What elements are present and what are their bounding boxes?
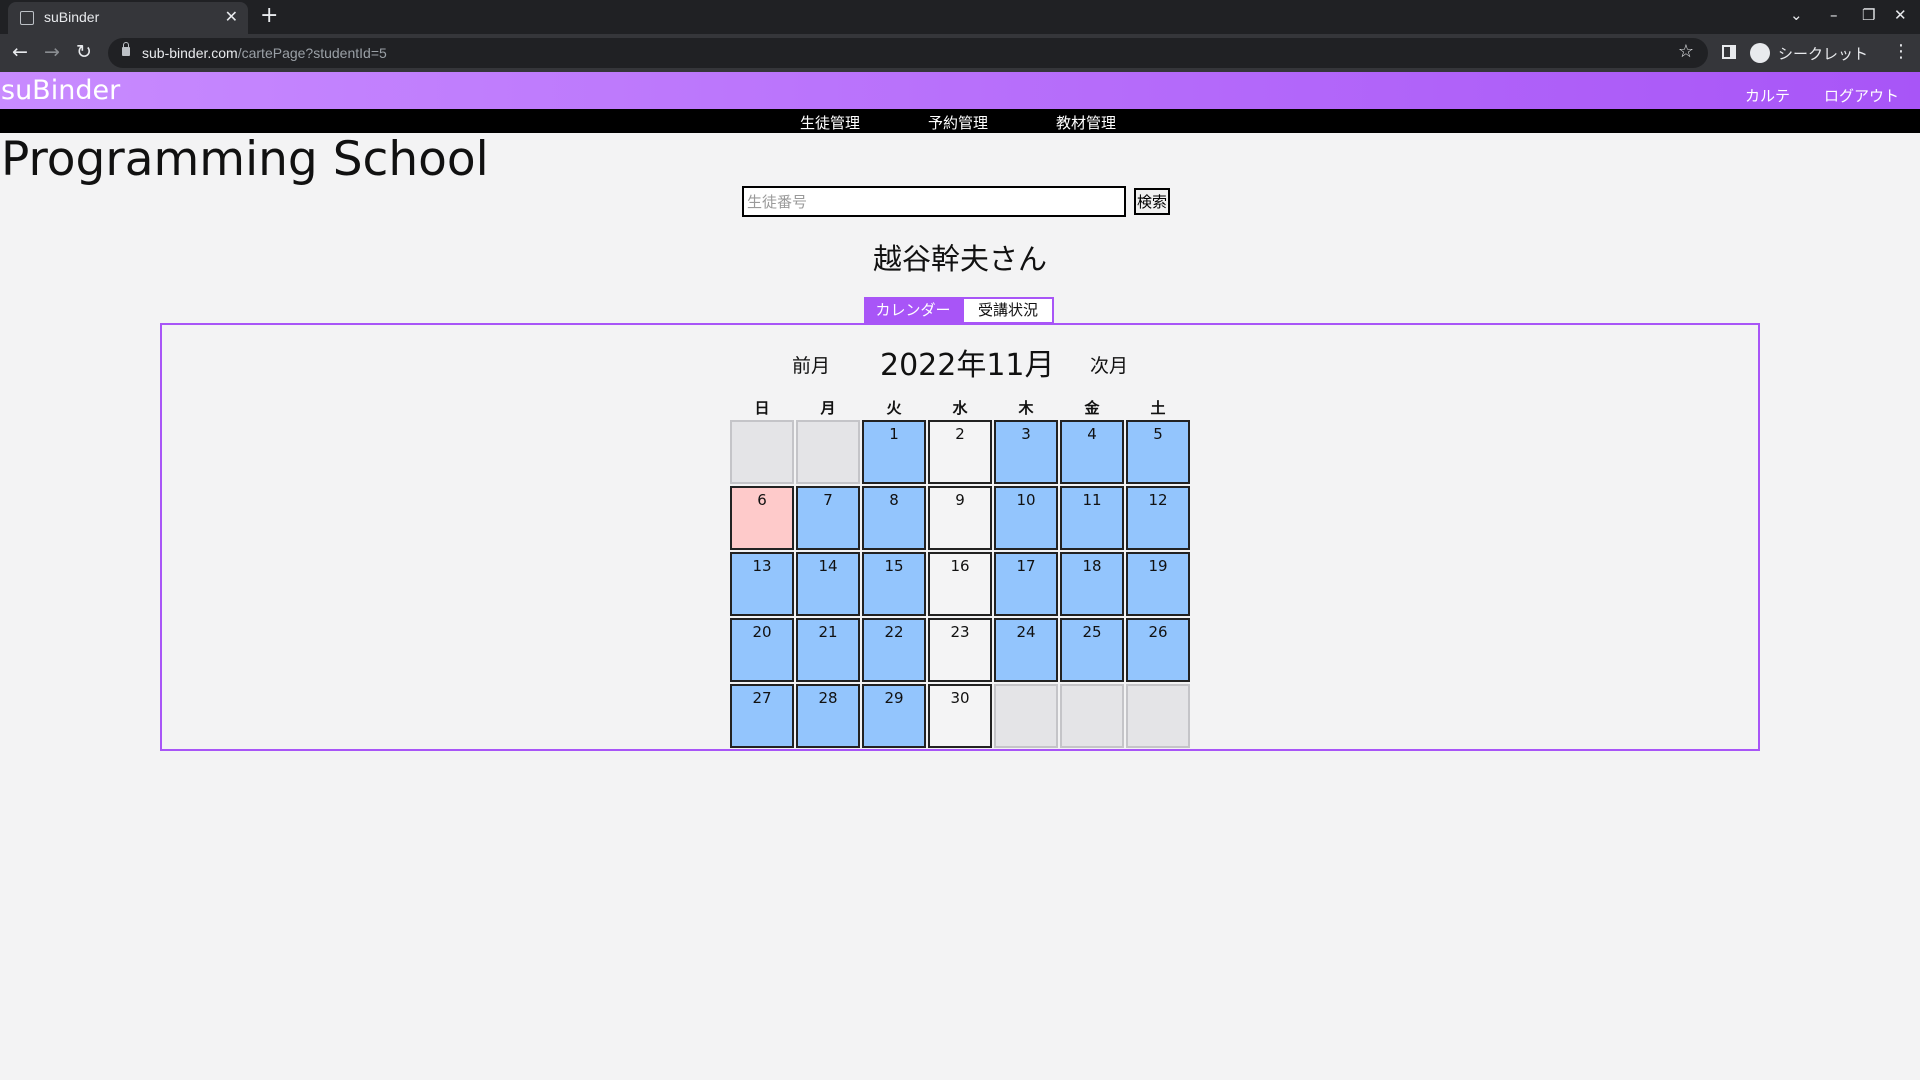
weekday-header: 日 xyxy=(754,399,770,417)
forward-arrow-icon[interactable]: → xyxy=(44,41,60,63)
calendar-day-cell[interactable]: 23 xyxy=(928,618,992,682)
calendar-day-cell[interactable]: 11 xyxy=(1060,486,1124,550)
app-header: suBinder カルテ ログアウト xyxy=(0,72,1920,109)
calendar-day-cell[interactable]: 17 xyxy=(994,552,1058,616)
calendar-empty-cell xyxy=(796,420,860,484)
weekday-header: 木 xyxy=(1018,399,1034,417)
calendar-day-cell[interactable]: 24 xyxy=(994,618,1058,682)
calendar-day-cell[interactable]: 20 xyxy=(730,618,794,682)
calendar-day-cell[interactable]: 19 xyxy=(1126,552,1190,616)
calendar-day-cell[interactable]: 30 xyxy=(928,684,992,748)
calendar-day-cell[interactable]: 27 xyxy=(730,684,794,748)
calendar-day-cell[interactable]: 18 xyxy=(1060,552,1124,616)
month-title: 2022年11月 xyxy=(880,348,1055,383)
page-title: Programming School xyxy=(1,132,489,187)
calendar-day-cell[interactable]: 21 xyxy=(796,618,860,682)
tab-calendar[interactable]: カレンダー xyxy=(864,297,962,324)
header-link-carte[interactable]: カルテ xyxy=(1745,85,1790,106)
search-button[interactable]: 検索 xyxy=(1134,188,1170,215)
calendar-day-cell[interactable]: 28 xyxy=(796,684,860,748)
prev-month-link[interactable]: 前月 xyxy=(792,351,830,378)
brand-logo[interactable]: suBinder xyxy=(1,75,120,106)
calendar-day-cell[interactable]: 6 xyxy=(730,486,794,550)
weekday-header: 金 xyxy=(1084,399,1100,417)
weekday-header: 土 xyxy=(1150,399,1166,417)
bookmark-star-icon[interactable]: ☆ xyxy=(1678,41,1694,62)
page-favicon-icon xyxy=(20,11,34,25)
tab-attendance-status[interactable]: 受講状況 xyxy=(962,297,1054,324)
header-link-logout[interactable]: ログアウト xyxy=(1824,85,1899,106)
url-host: sub-binder.com xyxy=(142,45,238,61)
next-month-link[interactable]: 次月 xyxy=(1090,351,1128,378)
window-close-icon[interactable]: ✕ xyxy=(1894,6,1907,24)
main-nav: 生徒管理 予約管理 教材管理 xyxy=(0,109,1920,133)
calendar-day-cell[interactable]: 22 xyxy=(862,618,926,682)
nav-item-reservations[interactable]: 予約管理 xyxy=(928,112,988,133)
calendar-empty-cell xyxy=(994,684,1058,748)
calendar-day-cell[interactable]: 3 xyxy=(994,420,1058,484)
minimize-icon[interactable]: – xyxy=(1830,6,1838,24)
incognito-icon[interactable] xyxy=(1750,43,1770,63)
restore-icon[interactable]: ❐ xyxy=(1862,6,1875,24)
incognito-label[interactable]: シークレット xyxy=(1778,43,1868,64)
new-tab-icon[interactable]: + xyxy=(260,3,278,28)
tab-search-chevron-icon[interactable]: ⌄ xyxy=(1790,6,1803,24)
weekday-header: 火 xyxy=(886,399,902,417)
calendar-day-cell[interactable]: 16 xyxy=(928,552,992,616)
calendar-day-cell[interactable]: 25 xyxy=(1060,618,1124,682)
calendar-empty-cell xyxy=(730,420,794,484)
browser-tab-strip: suBinder ✕ + ⌄ – ❐ ✕ xyxy=(0,0,1920,34)
calendar-day-cell[interactable]: 15 xyxy=(862,552,926,616)
calendar-day-cell[interactable]: 8 xyxy=(862,486,926,550)
browser-tab-title: suBinder xyxy=(44,9,100,25)
nav-item-materials[interactable]: 教材管理 xyxy=(1056,112,1116,133)
lock-icon xyxy=(122,42,130,56)
tab-close-icon[interactable]: ✕ xyxy=(225,7,238,26)
browser-tab[interactable]: suBinder ✕ xyxy=(8,2,248,34)
calendar-day-cell[interactable]: 2 xyxy=(928,420,992,484)
reload-icon[interactable]: ↻ xyxy=(76,41,92,63)
calendar-day-cell[interactable]: 13 xyxy=(730,552,794,616)
address-bar[interactable]: sub-binder.com/cartePage?studentId=5 ☆ xyxy=(108,38,1708,68)
url-path: /cartePage?studentId=5 xyxy=(237,45,387,61)
calendar-day-cell[interactable]: 1 xyxy=(862,420,926,484)
url-text: sub-binder.com/cartePage?studentId=5 xyxy=(142,45,387,61)
side-panel-icon[interactable] xyxy=(1722,45,1736,59)
weekday-header: 水 xyxy=(952,399,968,417)
calendar-day-cell[interactable]: 12 xyxy=(1126,486,1190,550)
student-name: 越谷幹夫さん xyxy=(872,242,1047,276)
nav-item-students[interactable]: 生徒管理 xyxy=(800,112,860,133)
browser-toolbar: ← → ↻ sub-binder.com/cartePage?studentId… xyxy=(0,34,1920,72)
calendar-day-cell[interactable]: 5 xyxy=(1126,420,1190,484)
back-arrow-icon[interactable]: ← xyxy=(12,41,28,63)
calendar-day-cell[interactable]: 7 xyxy=(796,486,860,550)
calendar-day-cell[interactable]: 10 xyxy=(994,486,1058,550)
calendar-empty-cell xyxy=(1126,684,1190,748)
student-number-search-input[interactable] xyxy=(742,186,1126,217)
calendar-day-cell[interactable]: 9 xyxy=(928,486,992,550)
weekday-header: 月 xyxy=(820,399,836,417)
calendar-day-cell[interactable]: 29 xyxy=(862,684,926,748)
browser-menu-icon[interactable]: ⋮ xyxy=(1892,41,1910,62)
calendar-day-cell[interactable]: 26 xyxy=(1126,618,1190,682)
calendar-empty-cell xyxy=(1060,684,1124,748)
calendar-day-cell[interactable]: 14 xyxy=(796,552,860,616)
calendar-day-cell[interactable]: 4 xyxy=(1060,420,1124,484)
